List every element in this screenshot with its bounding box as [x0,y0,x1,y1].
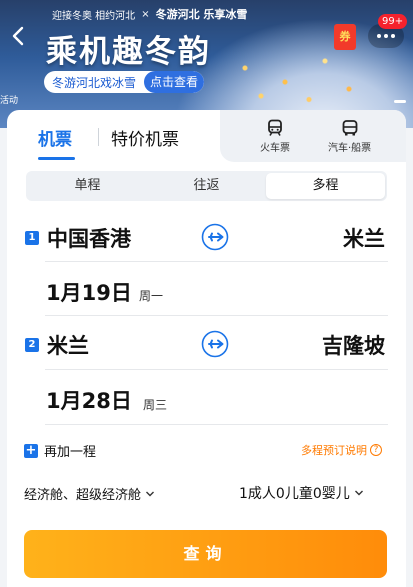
divider [45,424,388,425]
other-transport-tabs: 火车票 汽车·船票 [220,110,406,162]
multi-city-help-link[interactable]: 多程预订说明 ? [301,442,382,458]
leg2-date[interactable]: 1月28日 [46,385,132,415]
tab-train[interactable]: 火车票 [260,119,290,154]
promo-logo-left: 迎接冬奥 相约河北 [52,10,136,22]
add-leg-button[interactable]: + 再加一程 [24,441,96,460]
plus-icon: + [24,442,38,458]
back-arrow-icon[interactable] [8,24,28,48]
chevron-down-icon [354,490,363,496]
carousel-indicator [394,100,406,103]
bus-icon [342,120,357,136]
passenger-value: 1成人0儿童0婴儿 [239,486,350,502]
promo-banner[interactable]: 迎接冬奥 相约河北 × 冬游河北 乐享冰雪 乘机趣冬韵 冬游河北戏冰雪 点击查看… [0,0,413,128]
banner-lights [213,40,373,110]
leg2-weekday: 周三 [143,398,168,412]
more-dot-icon [384,34,388,38]
leg1-departure-city[interactable]: 中国香港 [47,223,131,253]
train-icon [268,119,282,136]
tab-train-label: 火车票 [260,143,290,154]
divider [45,315,388,316]
divider [45,369,388,370]
leg-number: 1 [25,231,39,245]
leg1-date[interactable]: 1月19日 [46,277,132,307]
divider [45,261,388,262]
leg1-arrival-city[interactable]: 米兰 [307,223,385,253]
tab-divider [98,128,99,146]
more-dot-icon [391,34,395,38]
tab-bus-ship[interactable]: 汽车·船票 [328,119,371,154]
trip-type-selector: 单程 往返 多程 [26,171,387,201]
leg-number: 2 [25,338,39,352]
notification-badge: 99+ [378,14,408,29]
activity-label: 活动 [0,96,19,106]
help-link-label: 多程预订说明 [301,444,367,457]
search-button[interactable]: 查询 [24,530,387,578]
active-tab-underline [38,157,75,160]
coupon-icon[interactable]: 券 [334,24,356,50]
chevron-down-icon [146,491,155,496]
more-dot-icon [377,34,381,38]
trip-type-multi-city[interactable]: 多程 [266,173,385,199]
tab-flight[interactable]: 机票 [38,125,72,150]
promo-pill[interactable]: 冬游河北戏冰雪 点击查看 [44,71,204,93]
leg2-arrival-city[interactable]: 吉隆坡 [297,330,385,360]
cabin-class-selector[interactable]: 经济舱、超级经济舱 [24,484,155,503]
promo-view-button[interactable]: 点击查看 [143,71,204,93]
booking-card: 机票 特价机票 火车票 汽车·船票 单程 往返 多程 1 中国香港 米兰 1月1… [7,110,406,587]
promo-logos: 迎接冬奥 相约河北 × 冬游河北 乐享冰雪 [52,6,247,22]
question-icon: ? [370,444,382,456]
plane-swap-icon[interactable] [200,329,230,359]
tab-special-flight[interactable]: 特价机票 [111,125,179,150]
trip-type-one-way[interactable]: 单程 [28,173,147,199]
plane-swap-icon[interactable] [200,222,230,252]
promo-logo-right: 冬游河北 乐享冰雪 [155,8,248,21]
tab-bus-ship-label: 汽车·船票 [328,143,372,154]
ticket-tabs: 机票 特价机票 火车票 汽车·船票 [7,110,406,162]
add-leg-label: 再加一程 [44,445,97,460]
leg1-weekday: 周一 [139,289,164,303]
promo-title: 乘机趣冬韵 [46,34,211,70]
cabin-class-value: 经济舱、超级经济舱 [24,488,142,503]
passenger-selector[interactable]: 1成人0儿童0婴儿 [239,483,364,503]
promo-pill-text: 冬游河北戏冰雪 [52,75,137,90]
leg2-departure-city[interactable]: 米兰 [47,330,89,360]
times-icon: × [141,8,150,20]
trip-type-round-trip[interactable]: 往返 [147,173,266,199]
